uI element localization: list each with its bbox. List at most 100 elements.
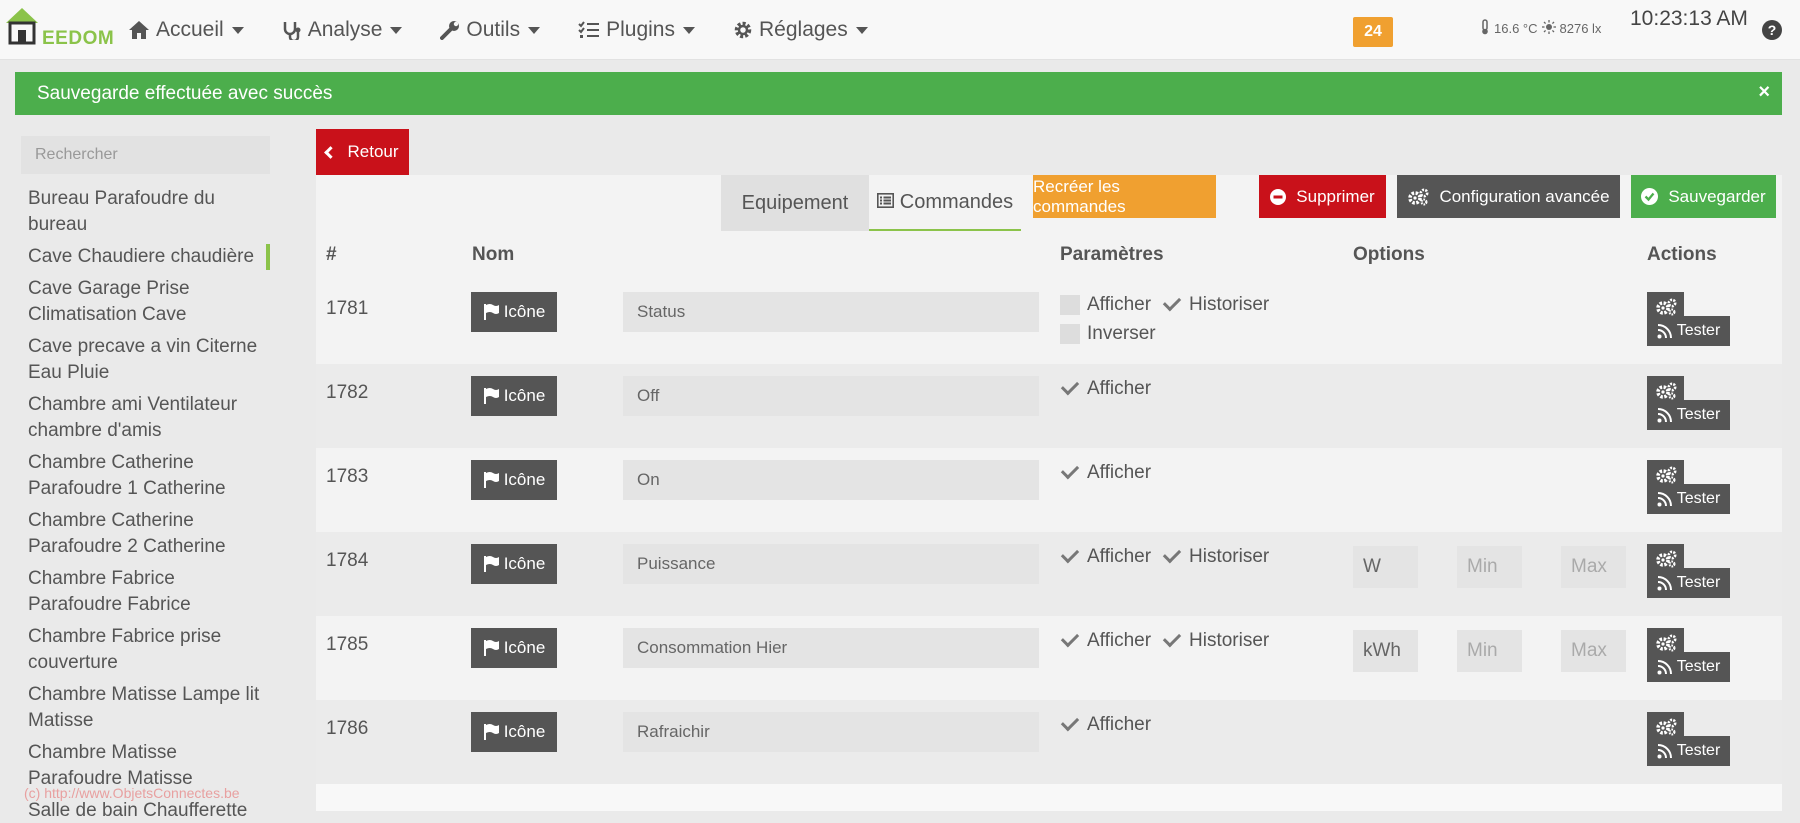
table-row: 1785 Icône Afficher Historiser Tester [316,616,1782,700]
afficher-checkbox[interactable] [1060,715,1080,735]
min-input[interactable] [1457,630,1522,672]
tester-button[interactable]: Tester [1647,736,1730,766]
sidebar-item[interactable]: Chambre Catherine Parafoudre 2 Catherine [28,508,270,560]
max-input[interactable] [1561,630,1626,672]
afficher-option: Afficher [1060,630,1151,652]
icone-button[interactable]: Icône [471,544,557,584]
unit-input[interactable] [1353,630,1418,672]
stethoscope-icon [282,20,302,40]
chevron-down-icon [231,26,244,34]
chevron-down-icon [390,26,403,34]
jeedom-logo[interactable]: EEDOM [4,6,114,50]
table-row: 1782 Icône Afficher Tester [316,364,1782,448]
tester-button[interactable]: Tester [1647,400,1730,430]
home-icon [128,20,150,40]
supprimer-button[interactable]: Supprimer [1259,175,1386,218]
search-input[interactable] [21,136,270,174]
flag-icon [483,304,499,320]
icone-button[interactable]: Icône [471,460,557,500]
sidebar-item[interactable]: Chambre Fabrice prise couverture [28,624,270,676]
nav-plugins[interactable]: Plugins [578,18,695,42]
max-input[interactable] [1561,546,1626,588]
icone-button[interactable]: Icône [471,292,557,332]
table-row: 1783 Icône Afficher Tester [316,448,1782,532]
command-id: 1782 [326,382,369,403]
header-parametres: Paramètres [1060,244,1164,265]
chevron-down-icon [528,26,541,34]
sun-icon [1541,20,1556,37]
nav-reglages[interactable]: Réglages [733,18,868,42]
afficher-checkbox[interactable] [1060,463,1080,483]
clock: 10:23:13 AM [1630,7,1748,30]
close-icon[interactable]: × [1758,81,1770,104]
sauvegarder-button[interactable]: Sauvegarder [1631,175,1776,218]
historiser-checkbox[interactable] [1162,631,1182,651]
afficher-option: Afficher [1060,714,1151,736]
afficher-option: Afficher [1060,378,1151,400]
afficher-checkbox[interactable] [1060,379,1080,399]
configuration-avancee-button[interactable]: Configuration avancée [1397,175,1620,218]
tester-button[interactable]: Tester [1647,484,1730,514]
icone-button[interactable]: Icône [471,376,557,416]
inverser-option: Inverser [1060,323,1156,345]
afficher-checkbox[interactable] [1060,295,1080,315]
tab-commandes[interactable]: Commandes [869,175,1021,231]
command-id: 1786 [326,718,369,739]
sidebar-item-active[interactable]: Cave Chaudiere chaudière [28,244,270,270]
historiser-checkbox[interactable] [1162,295,1182,315]
sidebar-item[interactable]: Chambre Catherine Parafoudre 1 Catherine [28,450,270,502]
unit-input[interactable] [1353,546,1418,588]
rss-icon [1657,491,1672,506]
notification-badge[interactable]: 24 [1353,17,1393,47]
tester-button[interactable]: Tester [1647,652,1730,682]
house-logo-icon [6,8,38,45]
weather-widget: 16.6 °C 8276 lx [1480,19,1605,38]
list-icon [876,191,894,214]
nav-analyse[interactable]: Analyse [282,18,403,42]
sidebar-item[interactable]: Cave Garage Prise Climatisation Cave [28,276,270,328]
afficher-checkbox[interactable] [1060,631,1080,651]
help-icon[interactable]: ? [1762,20,1782,40]
cogs-icon [1655,634,1677,652]
header-actions: Actions [1647,244,1717,265]
command-name-input[interactable] [623,712,1039,752]
rss-icon [1657,323,1672,338]
recreer-commandes-button[interactable]: Recréer les commandes [1033,175,1216,218]
equipment-list: Bureau Parafoudre du bureau Cave Chaudie… [28,186,270,823]
historiser-option: Historiser [1162,630,1269,652]
tab-equipement[interactable]: Equipement [721,175,869,231]
check-circle-icon [1641,188,1659,205]
command-name-input[interactable] [623,292,1039,332]
historiser-option: Historiser [1162,546,1269,568]
command-name-input[interactable] [623,460,1039,500]
inverser-checkbox[interactable] [1060,324,1080,344]
flag-icon [483,388,499,404]
min-input[interactable] [1457,546,1522,588]
sidebar-item[interactable]: Chambre Fabrice Parafoudre Fabrice [28,566,270,618]
header-id: # [326,244,337,265]
cogs-icon [1655,550,1677,568]
nav-accueil[interactable]: Accueil [128,18,244,42]
cogs-icon [1655,718,1677,736]
icone-button[interactable]: Icône [471,628,557,668]
historiser-checkbox[interactable] [1162,547,1182,567]
tester-button[interactable]: Tester [1647,316,1730,346]
thermometer-icon [1480,19,1490,38]
luminosity-value: 8276 lx [1559,21,1602,36]
command-name-input[interactable] [623,376,1039,416]
command-name-input[interactable] [623,544,1039,584]
sidebar-item[interactable]: Chambre Matisse Lampe lit Matisse [28,682,270,734]
icone-button[interactable]: Icône [471,712,557,752]
afficher-checkbox[interactable] [1060,547,1080,567]
flag-icon [483,472,499,488]
command-id: 1781 [326,298,369,319]
sidebar-item[interactable]: Chambre ami Ventilateur chambre d'amis [28,392,270,444]
command-name-input[interactable] [623,628,1039,668]
sidebar-item[interactable]: Bureau Parafoudre du bureau [28,186,270,238]
top-navbar: EEDOM Accueil Analyse Outils Plugins Rég… [0,0,1800,60]
sidebar-item[interactable]: Cave precave a vin Citerne Eau Pluie [28,334,270,386]
tester-button[interactable]: Tester [1647,568,1730,598]
retour-button[interactable]: Retour [316,129,409,175]
sidebar-item[interactable]: Salle de bain Chaufferette [28,798,270,823]
nav-outils[interactable]: Outils [440,18,541,42]
